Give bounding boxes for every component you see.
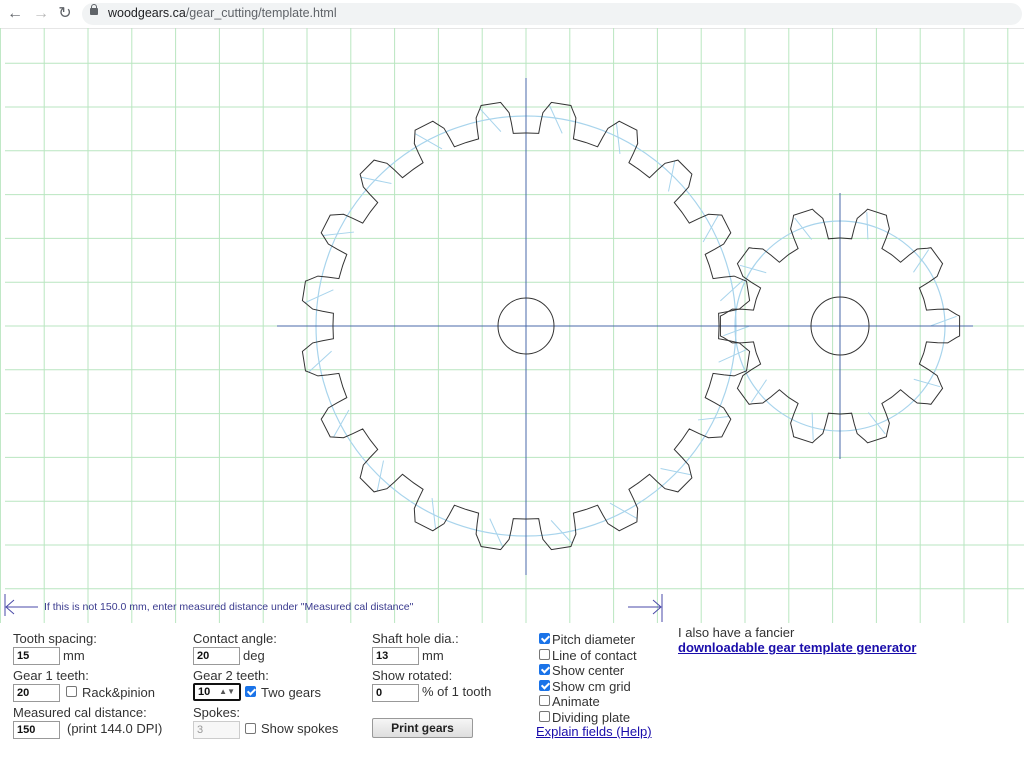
gear-generator-link[interactable]: downloadable gear template generator — [678, 640, 916, 655]
option-label: Show cm grid — [552, 678, 631, 694]
option-checkbox-show-cm-grid[interactable] — [539, 679, 550, 691]
show-rotated-unit: % of 1 tooth — [422, 684, 492, 699]
option-checkbox-line-of-contact[interactable] — [539, 648, 550, 660]
option-checkbox-show-center[interactable] — [539, 664, 550, 675]
contact-angle-input[interactable]: 20 — [193, 647, 240, 665]
spinner-arrows-icon[interactable]: ▲▼ — [219, 685, 235, 699]
option-checkbox-pitch-diameter[interactable] — [539, 633, 550, 644]
option-label: Line of contact — [552, 647, 637, 663]
two-gears-label: Two gears — [261, 685, 321, 700]
reload-button[interactable]: ↻ — [55, 4, 75, 24]
measured-cal-label: Measured cal distance: — [13, 705, 147, 720]
back-button[interactable]: ← — [5, 4, 25, 24]
spokes-label: Spokes: — [193, 705, 240, 720]
option-label: Animate — [552, 694, 600, 709]
shaft-hole-unit: mm — [422, 648, 444, 663]
fancier-text: I also have a fancier — [678, 625, 795, 640]
contact-tick — [811, 412, 814, 440]
arrow-left-icon: ← — [7, 5, 23, 22]
contact-tick — [794, 217, 813, 240]
show-rotated-input[interactable]: 0 — [372, 684, 419, 702]
rack-pinion-label: Rack&pinion — [82, 685, 155, 700]
rack-pinion-checkbox[interactable] — [66, 686, 77, 697]
gear2-teeth-label: Gear 2 teeth: — [193, 668, 269, 683]
contact-tick — [615, 123, 621, 155]
contact-angle-unit: deg — [243, 648, 265, 663]
option-checkbox-animate[interactable] — [539, 695, 550, 706]
address-bar[interactable]: woodgears.ca/gear_cutting/template.html — [82, 3, 1022, 25]
print-gears-button[interactable]: Print gears — [372, 718, 473, 738]
tooth-spacing-input[interactable]: 15 — [13, 647, 60, 665]
gear-drawing — [0, 28, 1024, 623]
contact-tick — [323, 231, 355, 237]
contact-tick — [431, 497, 437, 529]
browser-toolbar: ← → ↻ woodgears.ca/gear_cutting/template… — [0, 0, 1024, 29]
help-link[interactable]: Explain fields (Help) — [536, 724, 652, 739]
show-spokes-checkbox[interactable] — [245, 723, 256, 734]
gear1-teeth-label: Gear 1 teeth: — [13, 668, 89, 683]
tooth-spacing-label: Tooth spacing: — [13, 631, 97, 646]
calibration-note: If this is not 150.0 mm, enter measured … — [44, 601, 414, 613]
gear2-teeth-input[interactable]: 10 ▲▼ — [193, 683, 241, 701]
shaft-hole-input[interactable]: 13 — [372, 647, 419, 665]
show-spokes-label: Show spokes — [261, 721, 339, 736]
lock-icon — [90, 4, 98, 15]
contact-tick — [697, 415, 729, 421]
gear2-teeth-value: 10 — [198, 686, 211, 698]
print-dpi-note: (print 144.0 DPI) — [67, 721, 163, 736]
option-label: Show center — [552, 663, 625, 678]
measured-cal-input[interactable]: 150 — [13, 721, 60, 739]
show-rotated-label: Show rotated: — [372, 668, 453, 683]
two-gears-checkbox[interactable] — [245, 686, 256, 697]
arrow-right-icon: → — [33, 5, 49, 22]
contact-tick — [930, 315, 957, 327]
forward-button[interactable]: → — [31, 4, 51, 24]
tooth-spacing-unit: mm — [63, 648, 85, 663]
gear1-teeth-input[interactable]: 20 — [13, 684, 60, 702]
option-label: Pitch diameter — [552, 632, 636, 647]
contact-angle-label: Contact angle: — [193, 631, 277, 646]
spokes-input[interactable]: 3 — [193, 721, 240, 739]
controls-panel: Tooth spacing: 15 mm Gear 1 teeth: 20 Ra… — [0, 625, 1024, 758]
reload-icon: ↻ — [58, 5, 72, 22]
shaft-hole-label: Shaft hole dia.: — [372, 631, 459, 646]
url-text[interactable]: woodgears.ca/gear_cutting/template.html — [108, 6, 337, 20]
option-checkbox-dividing-plate[interactable] — [539, 710, 550, 722]
contact-tick — [866, 212, 869, 240]
option-label: Dividing plate — [552, 709, 631, 725]
